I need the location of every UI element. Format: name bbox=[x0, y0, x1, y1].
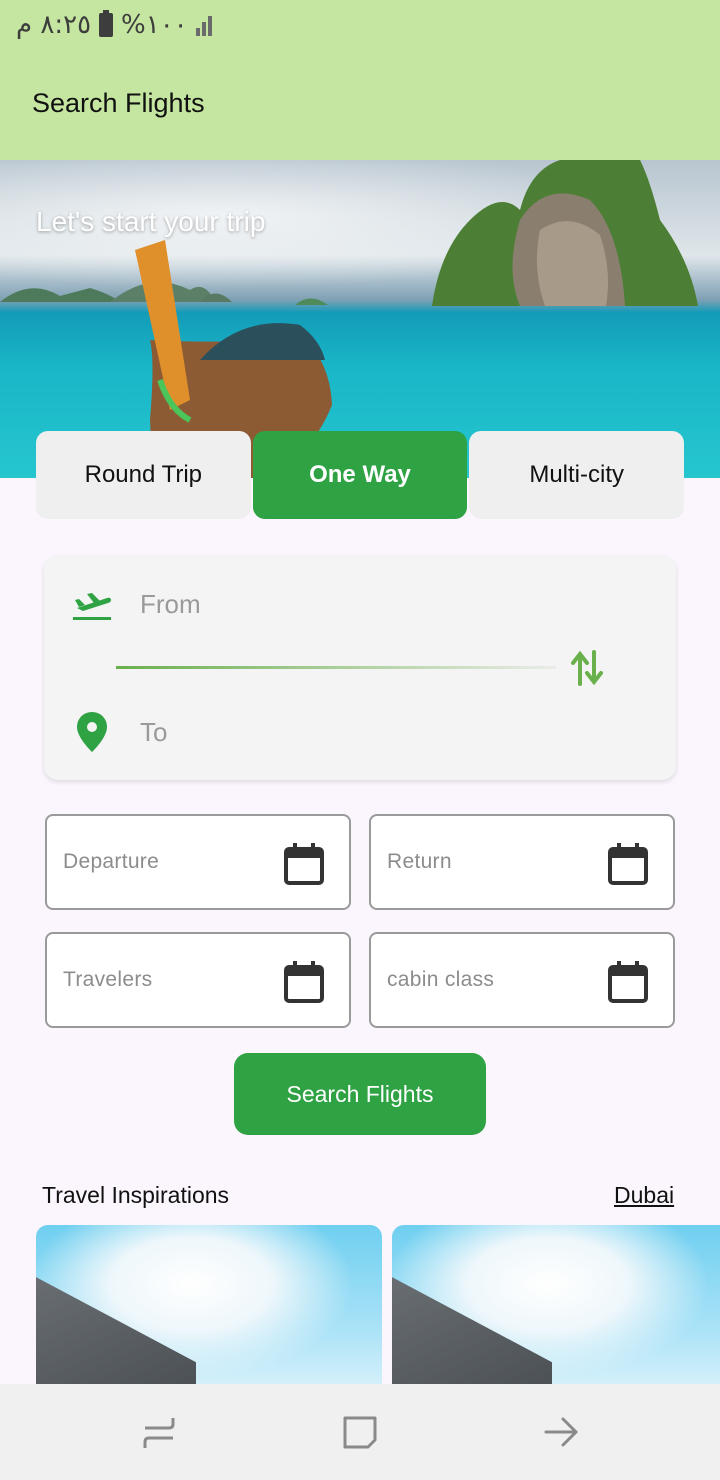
app-bar: Search Flights bbox=[0, 52, 720, 160]
departure-field[interactable]: Departure bbox=[45, 814, 351, 910]
battery-level: %١٠٠ bbox=[121, 10, 188, 40]
departure-label: Departure bbox=[63, 850, 160, 873]
signal-icon bbox=[195, 14, 212, 36]
battery-icon bbox=[99, 10, 114, 37]
return-label: Return bbox=[387, 850, 452, 873]
calendar-icon[interactable] bbox=[607, 842, 649, 886]
from-placeholder: From bbox=[140, 588, 201, 619]
travelers-label: Travelers bbox=[63, 968, 153, 991]
to-field[interactable]: To bbox=[44, 692, 676, 772]
inspirations-title: Travel Inspirations bbox=[42, 1182, 230, 1208]
inspiration-card[interactable] bbox=[36, 1225, 382, 1395]
recent-apps-icon[interactable] bbox=[141, 1414, 177, 1450]
home-icon[interactable] bbox=[342, 1414, 378, 1450]
search-flights-button[interactable]: Search Flights bbox=[234, 1053, 486, 1135]
location-pin-icon bbox=[44, 712, 140, 752]
calendar-icon[interactable] bbox=[607, 960, 649, 1004]
tab-multi-city[interactable]: Multi-city bbox=[469, 431, 685, 519]
system-nav-bar bbox=[0, 1384, 720, 1480]
calendar-icon[interactable] bbox=[283, 842, 325, 886]
status-time: ٨:٢٥ م bbox=[16, 10, 92, 40]
status-info: ٨:٢٥ م %١٠٠ bbox=[16, 10, 212, 40]
from-field[interactable]: From bbox=[44, 564, 676, 644]
route-card: From To bbox=[44, 556, 676, 780]
route-divider bbox=[116, 666, 556, 669]
back-icon[interactable] bbox=[543, 1414, 579, 1450]
page-title: Search Flights bbox=[32, 88, 205, 118]
swap-vertical-icon[interactable] bbox=[570, 648, 606, 688]
status-bar: ٨:٢٥ م %١٠٠ bbox=[0, 0, 720, 52]
tab-one-way[interactable]: One Way bbox=[252, 431, 468, 519]
to-placeholder: To bbox=[140, 716, 168, 747]
return-field[interactable]: Return bbox=[369, 814, 675, 910]
inspirations-city-link[interactable]: Dubai bbox=[614, 1182, 674, 1209]
calendar-icon[interactable] bbox=[283, 960, 325, 1004]
flight-takeoff-icon bbox=[44, 586, 140, 622]
tab-round-trip[interactable]: Round Trip bbox=[36, 431, 251, 519]
hero-title: Let's start your trip bbox=[36, 206, 266, 237]
trip-type-tabs: Round Trip One Way Multi-city bbox=[36, 431, 685, 519]
cabin-class-label: cabin class bbox=[387, 968, 495, 991]
travelers-field[interactable]: Travelers bbox=[45, 932, 351, 1028]
inspiration-card[interactable] bbox=[392, 1225, 720, 1395]
cabin-class-field[interactable]: cabin class bbox=[369, 932, 675, 1028]
